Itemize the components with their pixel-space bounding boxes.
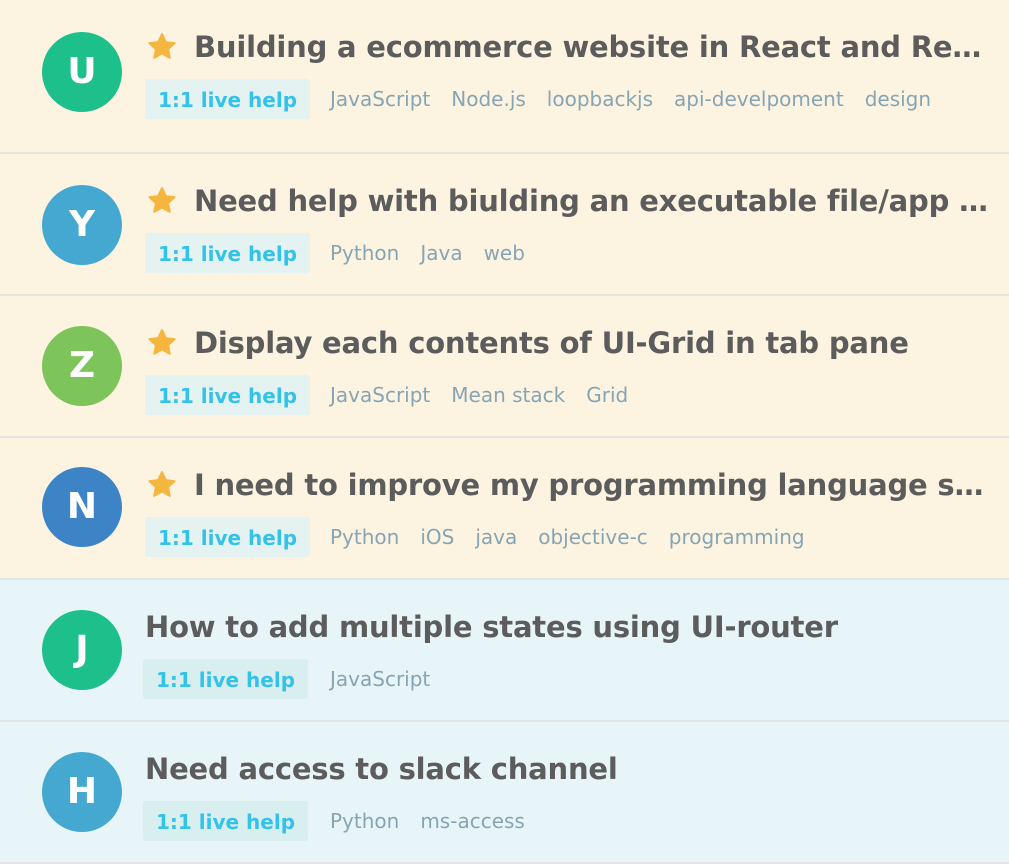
request-row[interactable]: N I need to improve my programming langua… <box>0 438 1009 580</box>
request-title-line: Building a ecommerce website in React an… <box>146 27 997 67</box>
request-title-link[interactable]: Need access to slack channel <box>145 752 618 786</box>
live-help-badge: 1:1 live help <box>145 233 310 273</box>
request-title-link[interactable]: Building a ecommerce website in React an… <box>194 30 997 64</box>
live-help-badge: 1:1 live help <box>143 659 308 699</box>
tag-link[interactable]: design <box>865 87 931 111</box>
request-title-line: Need access to slack channel <box>145 749 997 789</box>
tag-link[interactable]: iOS <box>420 525 454 549</box>
star-icon <box>146 184 180 218</box>
tag-list: JavaScript Mean stack Grid <box>330 375 649 415</box>
request-row[interactable]: Z Display each contents of UI-Grid in tab… <box>0 296 1009 438</box>
request-title-line: Display each contents of UI-Grid in tab … <box>146 323 997 363</box>
tag-link[interactable]: Mean stack <box>451 383 565 407</box>
tag-link[interactable]: loopbackjs <box>547 87 653 111</box>
tag-list: Python iOS java objective-c programming <box>330 517 826 557</box>
tag-link[interactable]: JavaScript <box>330 383 430 407</box>
tag-link[interactable]: api-develpoment <box>674 87 844 111</box>
request-row[interactable]: Y Need help with biulding an executable f… <box>0 154 1009 296</box>
request-title-line: Need help with biulding an executable fi… <box>146 181 997 221</box>
avatar: J <box>42 610 122 690</box>
tag-link[interactable]: objective-c <box>538 525 648 549</box>
tag-list: JavaScript Node.js loopbackjs api-develpome… <box>330 79 952 119</box>
avatar: Y <box>42 185 122 265</box>
request-title-line: I need to improve my programming languag… <box>146 465 997 505</box>
request-title-link[interactable]: Need help with biulding an executable fi… <box>194 184 997 218</box>
tag-link[interactable]: Grid <box>586 383 628 407</box>
avatar: Z <box>42 326 122 406</box>
request-title-link[interactable]: I need to improve my programming languag… <box>194 468 997 502</box>
request-title-line: How to add multiple states using UI-rout… <box>145 607 997 647</box>
request-row[interactable]: H Need access to slack channel 1:1 live he… <box>0 722 1009 864</box>
star-icon <box>146 30 180 64</box>
tag-link[interactable]: java <box>475 525 517 549</box>
tag-list: JavaScript <box>330 659 451 699</box>
live-help-badge: 1:1 live help <box>145 79 310 119</box>
tag-list: Python Java web <box>330 233 546 273</box>
avatar: H <box>42 752 122 832</box>
tag-link[interactable]: Python <box>330 809 399 833</box>
request-list: U Building a ecommerce website in React a… <box>0 0 1009 866</box>
live-help-badge: 1:1 live help <box>145 375 310 415</box>
tag-link[interactable]: web <box>484 241 525 265</box>
live-help-badge: 1:1 live help <box>145 517 310 557</box>
request-title-link[interactable]: Display each contents of UI-Grid in tab … <box>194 326 909 360</box>
star-icon <box>146 468 180 502</box>
request-row[interactable]: J How to add multiple states using UI-rou… <box>0 580 1009 722</box>
avatar: N <box>42 467 122 547</box>
request-row[interactable]: U Building a ecommerce website in React a… <box>0 0 1009 154</box>
tag-link[interactable]: programming <box>669 525 805 549</box>
tag-link[interactable]: Python <box>330 525 399 549</box>
avatar: U <box>42 32 122 112</box>
star-icon <box>146 326 180 360</box>
tag-list: Python ms-access <box>330 801 546 841</box>
tag-link[interactable]: Node.js <box>451 87 526 111</box>
tag-link[interactable]: Java <box>420 241 462 265</box>
request-title-link[interactable]: How to add multiple states using UI-rout… <box>145 610 838 644</box>
tag-link[interactable]: Python <box>330 241 399 265</box>
live-help-badge: 1:1 live help <box>143 801 308 841</box>
tag-link[interactable]: ms-access <box>420 809 525 833</box>
tag-link[interactable]: JavaScript <box>330 87 430 111</box>
tag-link[interactable]: JavaScript <box>330 667 430 691</box>
